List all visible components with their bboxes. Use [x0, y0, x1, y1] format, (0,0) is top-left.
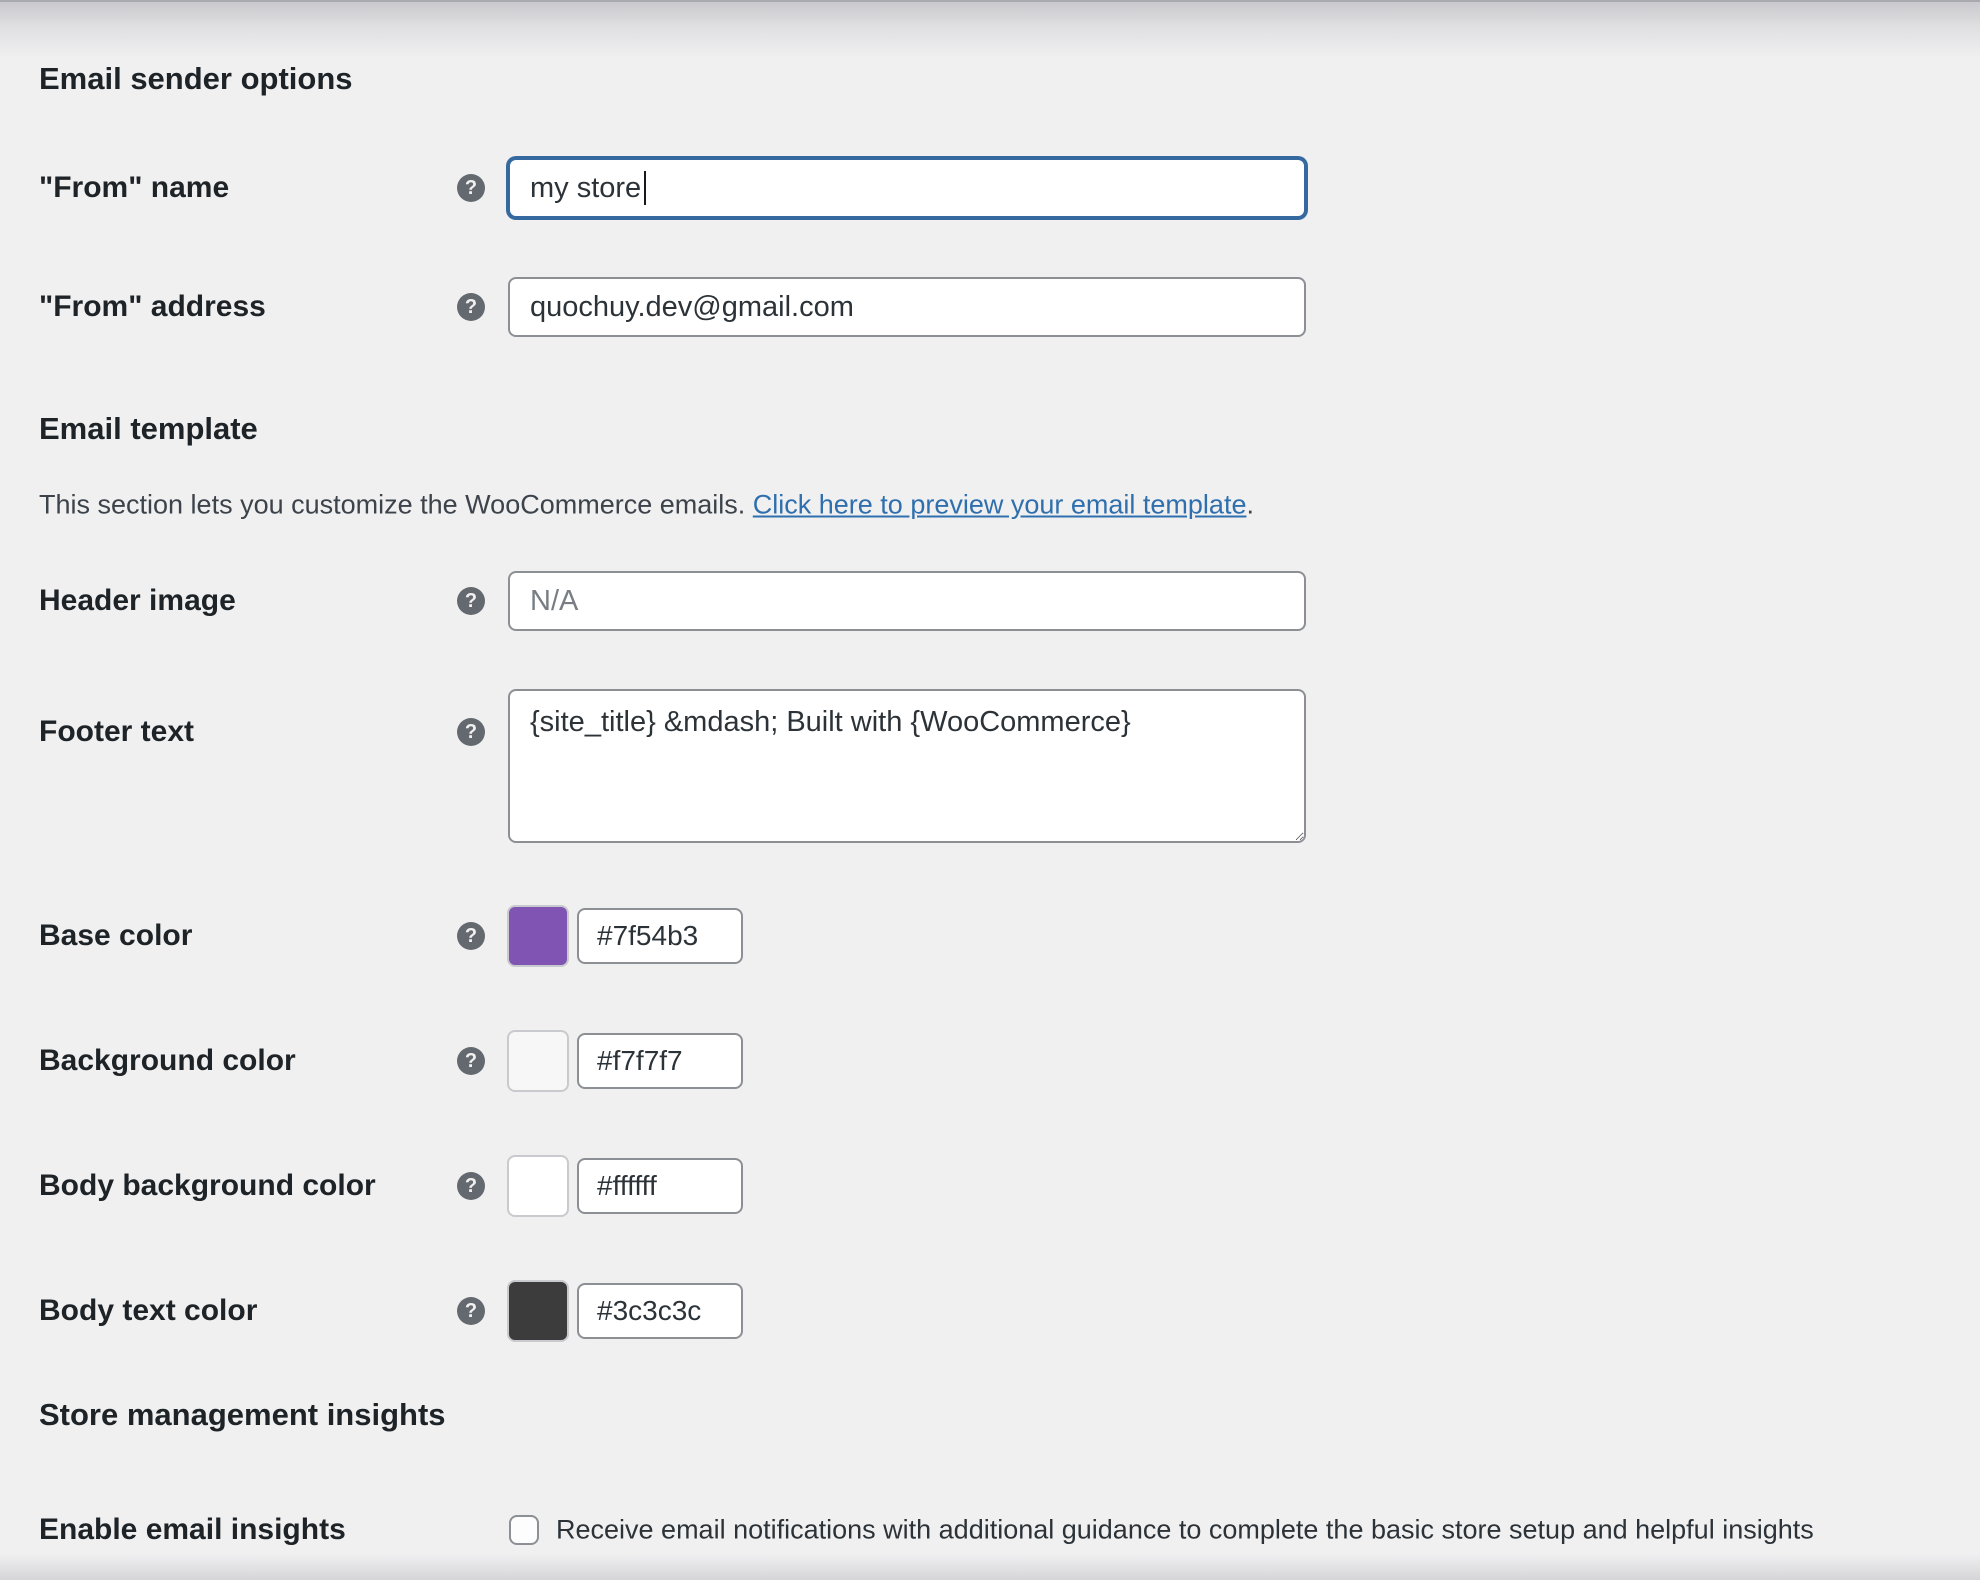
top-edge-shadow — [0, 0, 1980, 58]
help-icon[interactable]: ? — [457, 718, 485, 746]
from-name-input-wrap — [508, 158, 1306, 218]
from-address-input-wrap — [508, 277, 1306, 337]
help-icon[interactable]: ? — [457, 1172, 485, 1200]
text-caret — [644, 171, 646, 205]
header-image-input[interactable] — [508, 571, 1306, 631]
from-name-input[interactable] — [508, 158, 1306, 218]
help-icon[interactable]: ? — [457, 1297, 485, 1325]
email-template-description: This section lets you customize the WooC… — [39, 490, 1254, 521]
header-image-label: Header image — [39, 584, 236, 618]
base-color-label: Base color — [39, 919, 192, 953]
description-text: This section lets you customize the WooC… — [39, 490, 753, 520]
bottom-edge-shadow — [0, 1554, 1980, 1580]
body-background-color-swatch[interactable] — [507, 1155, 569, 1217]
help-icon[interactable]: ? — [457, 587, 485, 615]
enable-email-insights-label: Enable email insights — [39, 1513, 346, 1547]
body-text-color-label: Body text color — [39, 1294, 257, 1328]
from-name-label: "From" name — [39, 171, 229, 205]
footer-text-label: Footer text — [39, 715, 194, 749]
enable-email-insights-checkbox[interactable] — [509, 1515, 539, 1545]
help-icon[interactable]: ? — [457, 293, 485, 321]
from-address-label: "From" address — [39, 290, 266, 324]
woocommerce-email-settings-page: Email sender options "From" name ? "From… — [0, 0, 1980, 1580]
background-color-swatch[interactable] — [507, 1030, 569, 1092]
help-icon[interactable]: ? — [457, 174, 485, 202]
section-heading-email-template: Email template — [39, 411, 258, 447]
help-icon[interactable]: ? — [457, 1047, 485, 1075]
background-color-hex-input[interactable] — [577, 1033, 743, 1089]
footer-text-textarea[interactable]: {site_title} &mdash; Built with {WooComm… — [508, 689, 1306, 843]
body-background-color-hex-input[interactable] — [577, 1158, 743, 1214]
help-icon[interactable]: ? — [457, 922, 485, 950]
preview-email-template-link[interactable]: Click here to preview your email templat… — [753, 490, 1247, 520]
base-color-swatch[interactable] — [507, 905, 569, 967]
header-image-input-wrap — [508, 571, 1306, 631]
base-color-hex-input[interactable] — [577, 908, 743, 964]
from-address-input[interactable] — [508, 277, 1306, 337]
body-text-color-hex-input[interactable] — [577, 1283, 743, 1339]
section-heading-store-management-insights: Store management insights — [39, 1397, 446, 1433]
body-background-color-label: Body background color — [39, 1169, 376, 1203]
body-text-color-swatch[interactable] — [507, 1280, 569, 1342]
enable-email-insights-checkbox-label[interactable]: Receive email notifications with additio… — [556, 1515, 1814, 1546]
background-color-label: Background color — [39, 1044, 296, 1078]
description-period: . — [1246, 490, 1254, 520]
section-heading-email-sender-options: Email sender options — [39, 61, 353, 97]
